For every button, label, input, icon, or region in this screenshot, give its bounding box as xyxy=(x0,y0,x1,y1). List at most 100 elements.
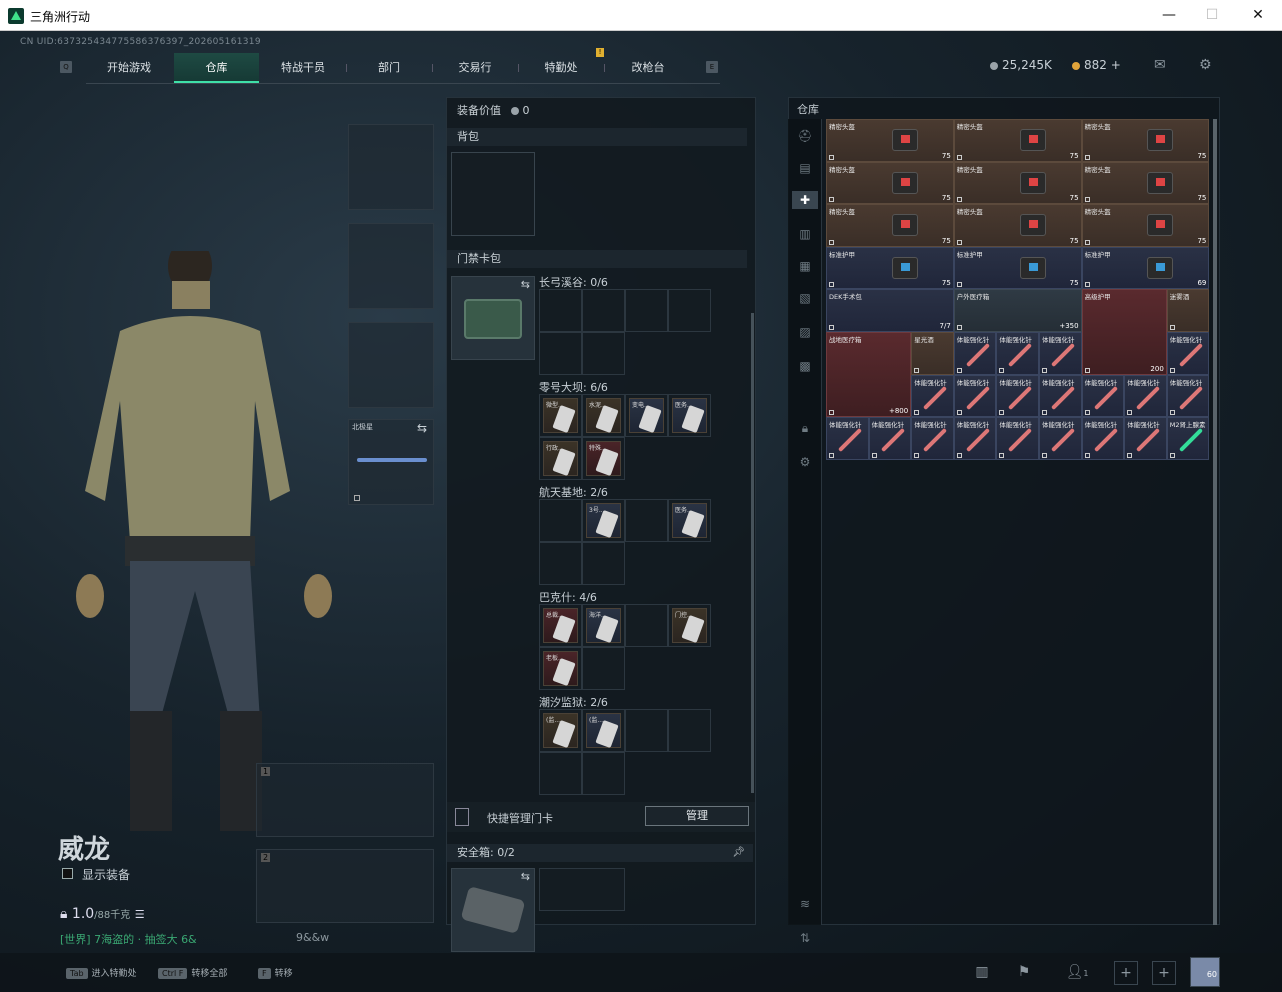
keycard-cell[interactable]: 行政... xyxy=(539,437,582,480)
keycard-cell[interactable]: 门控... xyxy=(668,604,711,647)
warehouse-item[interactable]: 标准护甲 75 xyxy=(953,246,1082,290)
warehouse-scrollbar[interactable] xyxy=(1213,119,1217,925)
keycard-cell[interactable] xyxy=(668,709,711,752)
helmet-slot[interactable] xyxy=(348,124,434,210)
misc-filter-icon[interactable]: ▩ xyxy=(796,357,814,375)
warehouse-item[interactable]: 体能强化针 xyxy=(911,417,954,460)
warehouse-item[interactable]: 精密头盔 75 xyxy=(953,119,1082,162)
keycard-cell[interactable] xyxy=(539,752,582,795)
key-hint-transfer[interactable]: F 转移 xyxy=(258,966,293,979)
armor-filter-icon[interactable]: ▤ xyxy=(796,159,814,177)
warehouse-item[interactable]: 体能强化针 xyxy=(996,417,1039,460)
melee-slot[interactable]: 北极星 ⇆ xyxy=(348,419,434,505)
tab-department[interactable]: 部门 xyxy=(354,53,424,83)
keycard-item[interactable]: 医务... xyxy=(672,398,707,433)
keycard-item[interactable]: 老板... xyxy=(543,651,578,686)
keycard-cell[interactable] xyxy=(625,289,668,332)
keycard-cell[interactable]: 医务... xyxy=(668,499,711,542)
warehouse-item[interactable]: 体能强化针 xyxy=(826,417,869,460)
keycard-pack-slot[interactable]: ⇆ xyxy=(451,276,535,360)
loadout-scrollbar[interactable] xyxy=(751,313,754,793)
keycard-cell[interactable] xyxy=(625,499,668,542)
keycard-cell[interactable] xyxy=(668,289,711,332)
keycard-cell[interactable] xyxy=(539,499,582,542)
warehouse-item[interactable]: 体能强化针 xyxy=(911,374,954,418)
pistol-slot[interactable] xyxy=(348,322,434,408)
keycard-cell[interactable] xyxy=(582,332,625,375)
keycard-cell[interactable] xyxy=(625,604,668,647)
safe-box-slot[interactable]: ⇆ xyxy=(451,868,535,952)
medical-filter-icon[interactable]: ✚ xyxy=(792,191,818,209)
bag-filter-icon[interactable]: ▥ xyxy=(796,225,814,243)
primary-weapon-slot-1[interactable]: 1 xyxy=(256,763,434,837)
ammo-filter-icon[interactable]: ▦ xyxy=(796,257,814,275)
warehouse-item[interactable]: 星光酒 xyxy=(911,332,954,375)
keycard-item[interactable]: (监... xyxy=(543,713,578,748)
list-icon[interactable]: ☰ xyxy=(135,908,145,921)
warehouse-item[interactable]: DEK手术包 7/7 xyxy=(826,289,954,332)
warehouse-item[interactable]: 体能强化针 xyxy=(1166,332,1210,375)
keycard-item[interactable]: 变电... xyxy=(629,398,664,433)
swap-icon[interactable]: ⇆ xyxy=(417,421,427,435)
warehouse-item[interactable]: 迷雾酒 xyxy=(1166,289,1210,332)
warehouse-item[interactable]: 体能强化针 xyxy=(996,374,1039,418)
tab-special-ops[interactable]: 特勤处 xyxy=(526,53,596,83)
keycard-cell[interactable]: 变电... xyxy=(625,394,668,437)
keycard-cell[interactable]: 海洋... xyxy=(582,604,625,647)
add-teammate-button-2[interactable]: + xyxy=(1152,961,1176,985)
warehouse-item[interactable]: 体能强化针 xyxy=(1081,417,1125,460)
player-avatar[interactable]: 60 xyxy=(1190,957,1220,987)
keycard-cell[interactable]: 总裁... xyxy=(539,604,582,647)
keycard-cell[interactable] xyxy=(582,289,625,332)
currency-bonds[interactable]: 882 + xyxy=(1072,58,1121,72)
key-hint-transfer-all[interactable]: Ctrl F 转移全部 xyxy=(158,966,227,979)
minimize-button[interactable]: — xyxy=(1156,4,1182,26)
backpack-slot[interactable] xyxy=(451,152,535,236)
warehouse-item[interactable]: 体能强化针 xyxy=(1039,417,1082,460)
warehouse-item[interactable]: 精密头盔 75 xyxy=(1081,204,1210,247)
helmet-filter-icon[interactable]: ⛑ xyxy=(796,127,814,145)
tab-start-game[interactable]: 开始游戏 xyxy=(92,53,166,83)
settings-filter-icon[interactable]: ⚙ xyxy=(796,453,814,471)
warehouse-item[interactable]: 体能强化针 xyxy=(1124,417,1167,460)
tab-warehouse[interactable]: 仓库 xyxy=(174,53,259,83)
keycard-item[interactable]: 3号... xyxy=(586,503,621,538)
armor-slot[interactable] xyxy=(348,223,434,309)
keycard-item[interactable]: 海洋... xyxy=(586,608,621,643)
friends-button[interactable]: 👤︎1 xyxy=(1060,961,1094,985)
warehouse-item[interactable]: 标准护甲 69 xyxy=(1081,246,1210,290)
keycard-cell[interactable]: (监... xyxy=(539,709,582,752)
pin-icon[interactable]: 📌︎ xyxy=(732,844,745,862)
settings-gear-icon[interactable]: ⚙ xyxy=(1199,58,1217,72)
weapon-filter-icon[interactable]: ▧ xyxy=(796,289,814,307)
swap-icon[interactable]: ⇆ xyxy=(521,870,530,883)
keycard-item[interactable]: 总裁... xyxy=(543,608,578,643)
warehouse-item[interactable]: 体能强化针 xyxy=(1124,374,1167,418)
keycard-item[interactable]: 门控... xyxy=(672,608,707,643)
tab-operators[interactable]: 特战干员 xyxy=(266,53,340,83)
warehouse-item[interactable]: 高级护甲 200 xyxy=(1081,289,1167,375)
keycard-item[interactable]: 医务... xyxy=(672,503,707,538)
keycard-cell[interactable] xyxy=(539,542,582,585)
keycard-cell[interactable]: (监... xyxy=(582,709,625,752)
warehouse-item[interactable]: 战地医疗箱 +800 xyxy=(826,332,912,418)
keycard-cell[interactable] xyxy=(582,647,625,690)
warehouse-item[interactable]: 标准护甲 75 xyxy=(826,246,954,290)
safe-box-cell[interactable] xyxy=(539,868,625,911)
parts-filter-icon[interactable]: ▨ xyxy=(796,323,814,341)
keycard-item[interactable]: 微型... xyxy=(543,398,578,433)
keycard-cell[interactable]: 特殊... xyxy=(582,437,625,480)
key-hint-special-ops[interactable]: Tab 进入特勤处 xyxy=(66,966,137,979)
warehouse-item[interactable]: 精密头盔 75 xyxy=(826,161,954,205)
warehouse-item[interactable]: M2肾上腺素 xyxy=(1166,417,1210,460)
warehouse-item[interactable]: 体能强化针 xyxy=(1081,374,1125,418)
sort-icon[interactable]: ⇅ xyxy=(796,929,814,947)
tab-market[interactable]: 交易行 xyxy=(440,53,510,83)
keycard-cell[interactable]: 微型... xyxy=(539,394,582,437)
keycard-cell[interactable]: 3号... xyxy=(582,499,625,542)
nav-prev-key[interactable]: Q xyxy=(60,61,72,73)
warehouse-item[interactable]: 体能强化针 xyxy=(996,332,1039,375)
manage-button[interactable]: 管理 xyxy=(645,806,749,826)
world-chat-line[interactable]: [世界] 7海盗的 · 抽签大 6& xyxy=(60,931,197,947)
keycard-item[interactable]: 水泥... xyxy=(586,398,621,433)
